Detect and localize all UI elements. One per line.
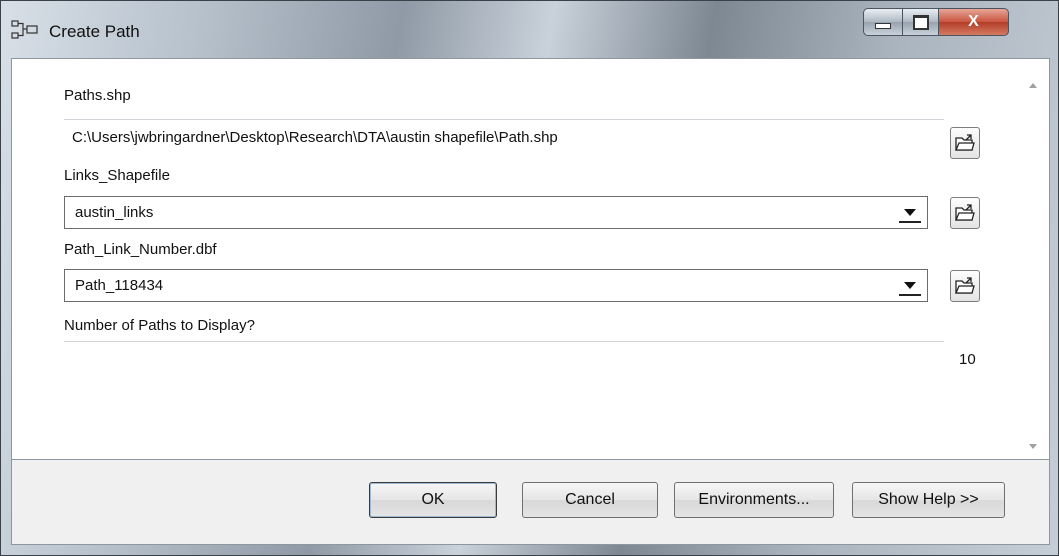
num-paths-value[interactable]: 10 <box>959 351 976 368</box>
parameters-panel: Paths.shp C:\Users\jwbringardner\Desktop… <box>11 58 1050 460</box>
open-folder-icon <box>955 134 975 151</box>
open-folder-icon <box>955 277 975 294</box>
close-icon: X <box>968 13 979 30</box>
links-shapefile-combobox[interactable]: austin_links <box>64 196 928 229</box>
links-browse-button[interactable] <box>950 197 980 229</box>
num-paths-label: Number of Paths to Display? <box>64 317 255 334</box>
divider <box>64 119 944 120</box>
maximize-button[interactable] <box>903 8 939 36</box>
chevron-down-icon[interactable] <box>899 276 921 296</box>
path-link-combobox[interactable]: Path_118434 <box>64 269 928 302</box>
path-link-value: Path_118434 <box>75 277 164 294</box>
maximize-icon <box>912 14 929 30</box>
show-help-button[interactable]: Show Help >> <box>852 482 1005 518</box>
cancel-button[interactable]: Cancel <box>522 482 658 518</box>
paths-label: Paths.shp <box>64 87 131 104</box>
divider <box>64 341 944 342</box>
links-value: austin_links <box>75 204 154 221</box>
links-label: Links_Shapefile <box>64 167 170 184</box>
chevron-down-icon[interactable] <box>899 203 921 223</box>
scroll-up-icon[interactable] <box>1028 81 1038 91</box>
ok-button[interactable]: OK <box>369 482 497 518</box>
scroll-down-icon[interactable] <box>1028 441 1038 451</box>
paths-value[interactable]: C:\Users\jwbringardner\Desktop\Research\… <box>72 129 558 146</box>
open-folder-icon <box>955 204 975 221</box>
minimize-button[interactable] <box>863 8 903 36</box>
dialog-window: Create Path X Paths.shp C:\Users\jwbring… <box>0 0 1059 556</box>
title-bar[interactable]: Create Path X <box>1 1 1059 57</box>
tool-icon <box>11 20 38 39</box>
path-link-label: Path_Link_Number.dbf <box>64 241 217 258</box>
button-bar: OK Cancel Environments... Show Help >> <box>11 460 1050 545</box>
caption-buttons: X <box>863 8 1009 38</box>
environments-button[interactable]: Environments... <box>674 482 834 518</box>
close-button[interactable]: X <box>939 8 1009 36</box>
minimize-icon <box>875 23 891 29</box>
path-link-browse-button[interactable] <box>950 270 980 302</box>
paths-browse-button[interactable] <box>950 127 980 159</box>
window-title: Create Path <box>49 22 140 41</box>
